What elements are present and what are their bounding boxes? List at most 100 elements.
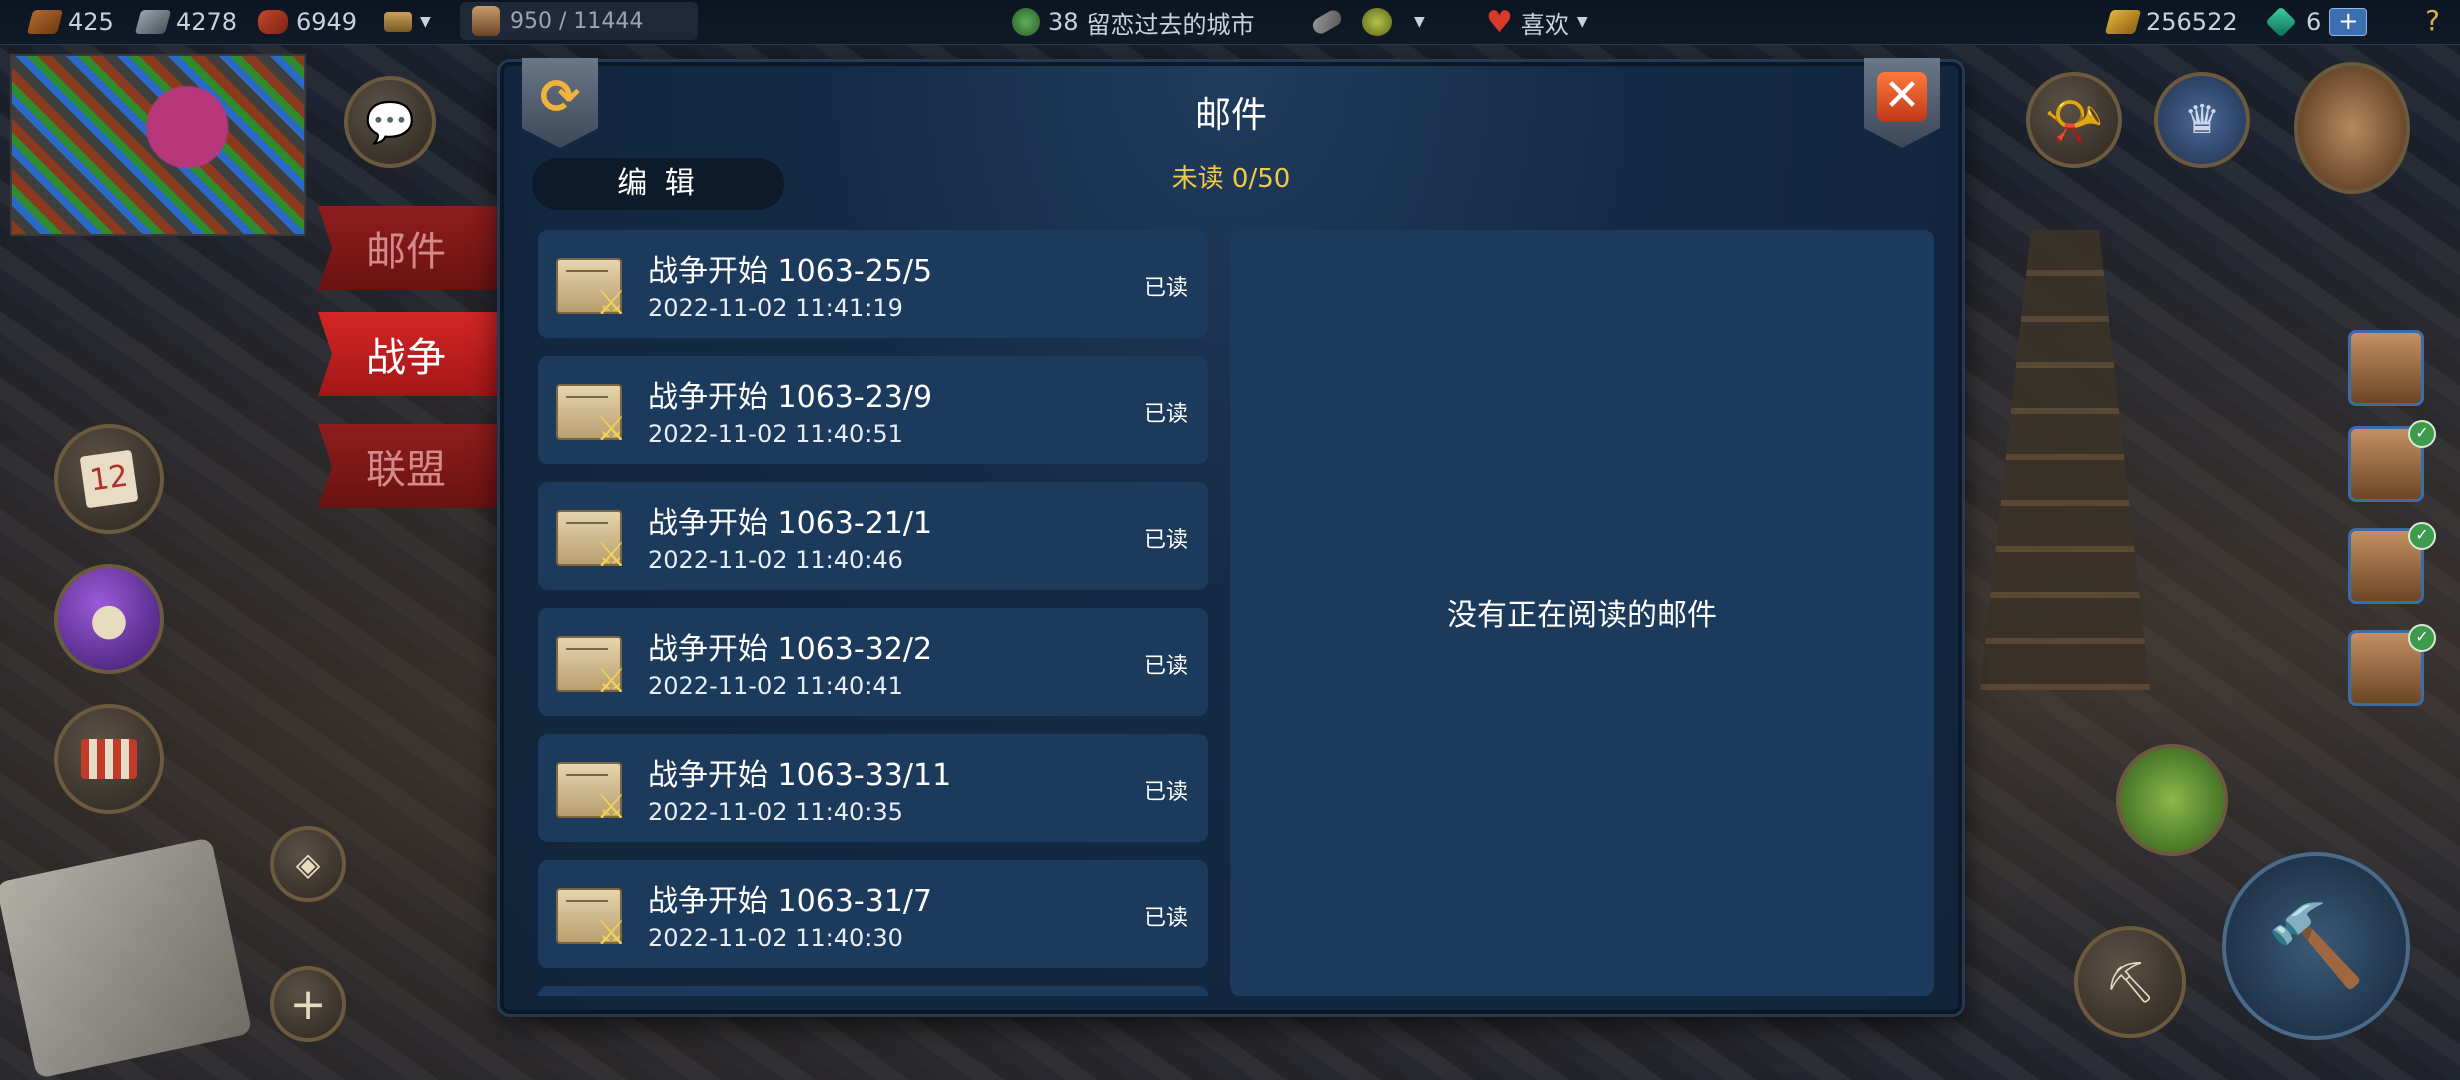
mail-status: 已读 <box>1143 780 1188 805</box>
mail-date: 2022-11-02 11:40:41 <box>648 672 903 700</box>
iron-icon <box>134 10 172 34</box>
mail-reader-panel: 没有正在阅读的邮件 <box>1230 230 1934 996</box>
mail-item[interactable]: ⚔ 战争开始 1063-31/7 2022-11-02 11:40:30 已读 <box>538 860 1208 968</box>
clay-resource: 6949 <box>258 6 357 38</box>
war-mail-icon: ⚔ <box>556 504 630 572</box>
shovel-icon: ⛏ <box>2104 959 2156 1006</box>
mail-title: 战争开始 1063-32/2 <box>648 632 933 667</box>
tab-war-label: 战争 <box>366 335 446 381</box>
advisor-portrait-1[interactable] <box>2348 330 2424 406</box>
gem-icon <box>2265 6 2297 38</box>
mail-status: 已读 <box>1143 906 1188 931</box>
checkmark-icon: ✓ <box>2408 624 2436 652</box>
hammer-icon: 🔨 <box>2266 899 2366 992</box>
happiness-value: 38 <box>1048 8 1079 36</box>
goods-dropdown[interactable]: ▼ <box>384 6 431 38</box>
gold-value: 256522 <box>2146 8 2238 36</box>
mail-item[interactable]: ⚔ 战争开始 1063-21/1 2022-11-02 11:40:46 已读 <box>538 482 1208 590</box>
wood-value: 425 <box>68 8 114 36</box>
tab-war[interactable]: 战争 <box>318 312 498 396</box>
mail-date: 2022-11-02 11:40:51 <box>648 420 903 448</box>
add-button[interactable]: + <box>270 966 346 1042</box>
gems-value: 6 <box>2306 8 2322 36</box>
crown-icon: ♛ <box>2184 97 2220 143</box>
city-planner-button[interactable] <box>0 837 253 1079</box>
tab-alliance-label: 联盟 <box>366 447 446 493</box>
mail-title: 战争开始 1063-23/9 <box>648 380 933 415</box>
potion-icon: ● <box>89 593 129 645</box>
gold-icon <box>2104 10 2142 34</box>
war-mail-icon: ⚔ <box>556 630 630 698</box>
mail-item[interactable]: ⚔ 战争开始 1063-33/11 2022-11-02 11:40:35 已读 <box>538 734 1208 842</box>
mail-dialog: ⟳ ✕ 邮件 未读 0/50 编 辑 ⚔ 战争开始 1063-25/5 2022… <box>500 58 1962 1014</box>
chevron-down-icon: ▼ <box>1576 14 1588 30</box>
shovel-button[interactable]: ⛏ <box>2074 926 2186 1038</box>
clay-value: 6949 <box>296 8 358 36</box>
market-button[interactable] <box>54 704 164 814</box>
tab-alliance[interactable]: 联盟 <box>318 424 498 508</box>
calendar-icon: 12 <box>79 449 139 509</box>
plus-icon: + <box>289 978 327 1030</box>
culture-dropdown[interactable]: ▼ <box>1310 6 1425 38</box>
tab-mail[interactable]: 邮件 <box>318 206 498 290</box>
mail-title: 战争开始 1063-21/1 <box>648 506 933 541</box>
tab-mail-label: 邮件 <box>366 229 446 275</box>
crown-button[interactable]: ♛ <box>2154 72 2250 168</box>
empty-reader-message: 没有正在阅读的邮件 <box>1447 598 1717 633</box>
layers-button[interactable]: ◈ <box>270 826 346 902</box>
edit-button[interactable]: 编 辑 <box>532 158 784 210</box>
build-button[interactable]: 🔨 <box>2222 852 2410 1040</box>
checkmark-icon: ✓ <box>2408 522 2436 550</box>
mail-status: 已读 <box>1143 654 1188 679</box>
horn-button[interactable]: 📯 <box>2026 72 2122 168</box>
mail-date: 2022-11-02 11:40:46 <box>648 546 903 574</box>
war-mail-icon: ⚔ <box>556 882 630 950</box>
mail-status: 已读 <box>1143 276 1188 301</box>
mood-label: 喜欢 <box>1520 10 1569 39</box>
mail-title: 战争开始 1063-25/5 <box>648 254 933 289</box>
happiness-indicator[interactable]: 38 留恋过去的城市 <box>1012 6 1255 39</box>
wood-resource: 425 <box>26 6 114 38</box>
gold-resource: 256522 <box>2104 6 2238 38</box>
help-button[interactable]: ? <box>2425 4 2440 37</box>
chat-button[interactable]: 💬 <box>344 76 436 168</box>
potion-button[interactable]: ● <box>54 564 164 674</box>
chevron-down-icon: ▼ <box>1414 14 1425 30</box>
horn-icon: 📯 <box>2044 92 2104 149</box>
war-mail-icon: ⚔ <box>556 378 630 446</box>
mail-list[interactable]: ⚔ 战争开始 1063-25/5 2022-11-02 11:41:19 已读 … <box>538 230 1208 996</box>
layers-icon: ◈ <box>295 845 321 883</box>
war-mail-icon: ⚔ <box>556 252 630 320</box>
calendar-button[interactable]: 12 <box>54 424 164 534</box>
population-value: 950 / 11444 <box>510 8 644 34</box>
city-name: 留恋过去的城市 <box>1086 10 1255 39</box>
market-stall-icon <box>81 739 137 779</box>
bowl-icon <box>1362 8 1392 36</box>
road-button[interactable] <box>2116 744 2228 856</box>
wood-icon <box>26 10 64 34</box>
mail-status: 已读 <box>1143 402 1188 427</box>
gems-resource: 6 + <box>2265 6 2368 38</box>
clay-icon <box>258 10 288 34</box>
mail-item[interactable]: ⚔ 战争开始 1063-32/2 2022-11-02 11:40:41 已读 <box>538 608 1208 716</box>
goods-icon <box>384 12 412 32</box>
mail-title: 战争开始 1063-33/11 <box>648 758 952 793</box>
resource-bar: 425 4278 6949 ▼ 950 / 11444 38 留恋过去的城市 ▼… <box>0 0 2460 45</box>
mood-dropdown[interactable]: ♥ 喜欢 ▼ <box>1486 5 1588 40</box>
mail-item[interactable] <box>538 986 1208 996</box>
chevron-down-icon: ▼ <box>420 14 431 30</box>
mail-item[interactable]: ⚔ 战争开始 1063-23/9 2022-11-02 11:40:51 已读 <box>538 356 1208 464</box>
checkmark-icon: ✓ <box>2408 420 2436 448</box>
iron-value: 4278 <box>176 8 238 36</box>
buy-gems-button[interactable]: + <box>2329 8 2368 36</box>
population-box[interactable]: 950 / 11444 <box>460 2 698 40</box>
mail-status: 已读 <box>1143 528 1188 553</box>
chat-bubble-icon: 💬 <box>365 99 415 146</box>
citizen-icon <box>472 6 500 36</box>
mail-item[interactable]: ⚔ 战争开始 1063-25/5 2022-11-02 11:41:19 已读 <box>538 230 1208 338</box>
player-avatar[interactable] <box>2294 62 2410 194</box>
minimap[interactable] <box>10 54 306 236</box>
mail-title: 战争开始 1063-31/7 <box>648 884 933 919</box>
laurel-icon <box>1012 8 1040 36</box>
feather-icon <box>1310 7 1344 37</box>
